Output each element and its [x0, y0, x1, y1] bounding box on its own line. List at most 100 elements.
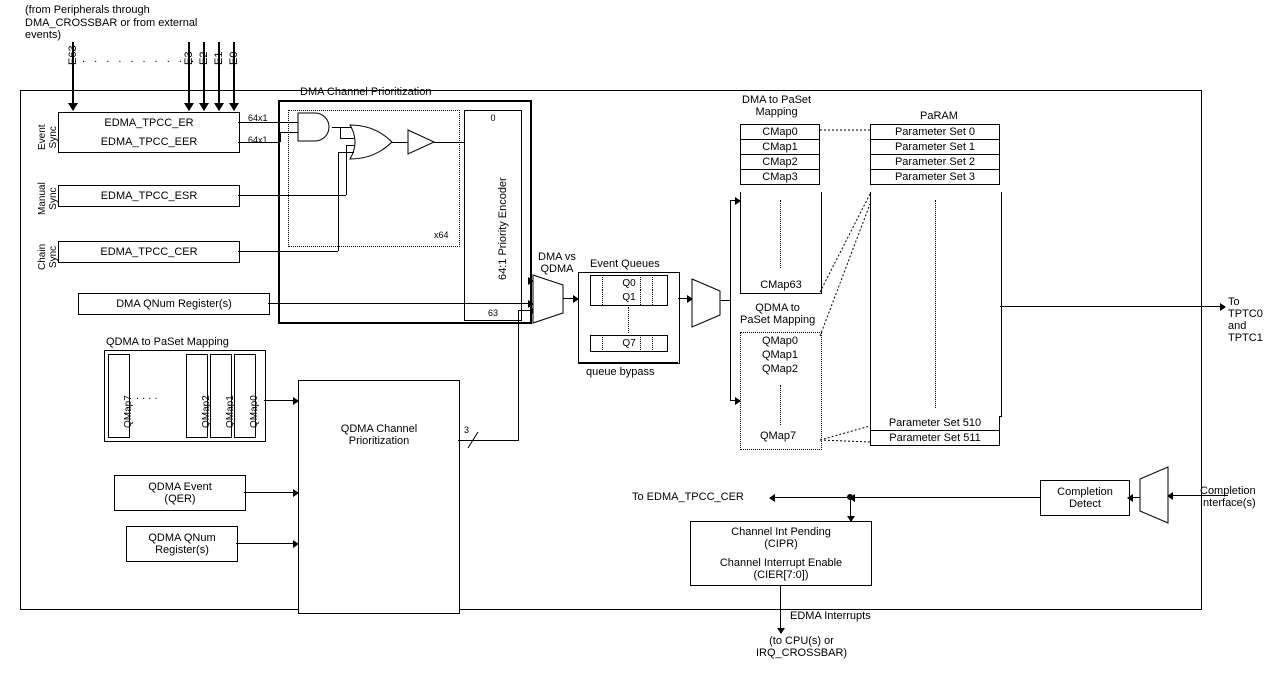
arrow-e1: [218, 42, 220, 110]
cmap3: CMap3: [740, 170, 820, 185]
wire-bypass: [578, 362, 678, 363]
to-tptc-label: To TPTC0 and TPTC1: [1228, 296, 1269, 344]
wire-qnum-mux: [268, 303, 533, 304]
dma-qnum: DMA QNum Register(s): [78, 293, 270, 315]
to-cer-label: To EDMA_TPCC_CER: [632, 491, 744, 503]
param-title: PaRAM: [920, 110, 958, 122]
wire-qprior-h: [458, 440, 518, 441]
wire-and-or-v: [340, 127, 341, 138]
edma-int-label: EDMA Interrupts: [790, 610, 871, 622]
pset0: Parameter Set 0: [870, 124, 1000, 140]
wire-buf-enc: [434, 142, 464, 143]
qmap0p: QMap0: [742, 334, 818, 348]
completion-detect: Completion Detect: [1040, 480, 1130, 516]
wire-or-buf: [392, 142, 408, 143]
qdma-paset-title: QDMA to PaSet Mapping: [740, 302, 815, 326]
dma-paset-gap: [740, 192, 822, 277]
wire-param-out: [1000, 306, 1225, 307]
qmap2p: QMap2: [742, 362, 818, 376]
chain-sync-label: ChainSync: [37, 244, 59, 270]
wire-qer-prior: [244, 492, 298, 493]
wire-cd-out: [850, 497, 1040, 498]
dma-prioritization-title: DMA Channel Prioritization: [300, 86, 431, 98]
pset3: Parameter Set 3: [870, 170, 1000, 185]
mux3-shape: [1140, 467, 1168, 523]
x64-label: x64: [434, 230, 449, 240]
wire-and-or: [332, 127, 352, 128]
priority-encoder: 0 63: [464, 110, 522, 321]
pset1: Parameter Set 1: [870, 140, 1000, 155]
completion-if-label: Completion Interface(s): [1200, 485, 1256, 509]
wire-queues-mux2: [678, 298, 692, 299]
wire-eer-and-h: [238, 142, 280, 143]
wire-node-down: [850, 497, 851, 521]
qmap0-label: QMap0: [249, 395, 260, 428]
pset511: Parameter Set 511: [870, 431, 1000, 446]
queue-bypass-label: queue bypass: [586, 366, 655, 378]
priority-encoder-label: 64:1 Priority Encoder: [497, 177, 509, 280]
manual-sync-label: ManualSync: [37, 182, 59, 215]
wire-qdmamap-prior: [264, 400, 298, 401]
qdma-event-reg: QDMA Event (QER): [114, 475, 246, 511]
cmap0: CMap0: [740, 124, 820, 140]
qdma-paset-map-title: QDMA to PaSet Mapping: [106, 336, 229, 348]
wire-and-or-h: [340, 138, 354, 139]
arrow-e3: [188, 42, 190, 110]
event-ellipsis: . . . . . . . . . .: [82, 53, 197, 65]
cmap1: CMap1: [740, 140, 820, 155]
buffer-icon: [408, 130, 434, 154]
encoder-bot: 63: [488, 308, 498, 318]
dma-paset-stack: CMap0 CMap1 CMap2 CMap3: [740, 124, 820, 185]
param-stack-bot: Parameter Set 510 Parameter Set 511: [870, 416, 1000, 446]
wire-eer-and-v: [280, 132, 281, 142]
arrow-e0: [233, 42, 235, 110]
pset510: Parameter Set 510: [870, 416, 1000, 431]
wire-mux2-out: [720, 300, 730, 301]
mux2-shape: [692, 279, 720, 327]
arrow-e2: [203, 42, 205, 110]
wire-cer-or-h: [238, 251, 338, 252]
wire-qnum-prior: [236, 543, 298, 544]
or-gate-icon: [350, 125, 392, 159]
wire-qprior-v: [518, 310, 519, 441]
qdma-paset-dots: [780, 385, 781, 425]
qmap1p: QMap1: [742, 348, 818, 362]
param-stack-top: Parameter Set 0 Parameter Set 1 Paramete…: [870, 124, 1000, 185]
mux-label: DMA vs QDMA: [538, 251, 576, 275]
cmap63: CMap63: [740, 276, 822, 294]
wire-esr-or-h: [238, 195, 346, 196]
wire-cer-or-h2: [338, 152, 354, 153]
cier-box: Channel Interrupt Enable (CIER[7:0]): [690, 553, 872, 586]
qdma-paset-stack: QMap0 QMap1 QMap2: [742, 334, 818, 376]
header-note: (from Peripherals through DMA_CROSSBAR o…: [25, 4, 225, 42]
cmap2: CMap2: [740, 155, 820, 170]
event-queues-title: Event Queues: [590, 258, 660, 270]
wire-eer-and-h2: [280, 132, 298, 133]
arrow-e63: [72, 42, 74, 110]
wire-cer-or-v: [338, 152, 339, 251]
wire-er-and: [238, 122, 298, 123]
qmap7p: QMap7: [760, 430, 796, 442]
wire-to-qdmapaset: [730, 400, 740, 401]
mapping-crosslines: [820, 124, 870, 450]
wire-esr-or-h2: [346, 145, 354, 146]
footer-label: (to CPU(s) or IRQ_CROSSBAR): [756, 635, 847, 659]
event-sync-label: EventSync: [37, 124, 59, 150]
wire-mux3-cd: [1128, 497, 1140, 498]
edma-esr: EDMA_TPCC_ESR: [58, 185, 240, 207]
dma-paset-dots: [780, 200, 781, 268]
qmap-dots: . . . .: [136, 390, 157, 402]
and-gate-icon: [298, 113, 332, 141]
slash-icon: [468, 432, 478, 448]
edma-er: EDMA_TPCC_ER: [58, 112, 240, 134]
edma-cer: EDMA_TPCC_CER: [58, 241, 240, 263]
wire-mux-queues: [563, 298, 578, 299]
param-dots: [935, 200, 936, 408]
qmap7-label: QMap7: [123, 395, 134, 428]
dma-paset-title: DMA to PaSet Mapping: [742, 94, 811, 118]
qdma-qnum-reg: QDMA QNum Register(s): [126, 526, 238, 562]
encoder-top: 0: [490, 113, 495, 123]
wire-to-dmapaset: [730, 200, 740, 201]
queue-vdots: [628, 307, 629, 333]
wire-to-cer: [770, 497, 850, 498]
